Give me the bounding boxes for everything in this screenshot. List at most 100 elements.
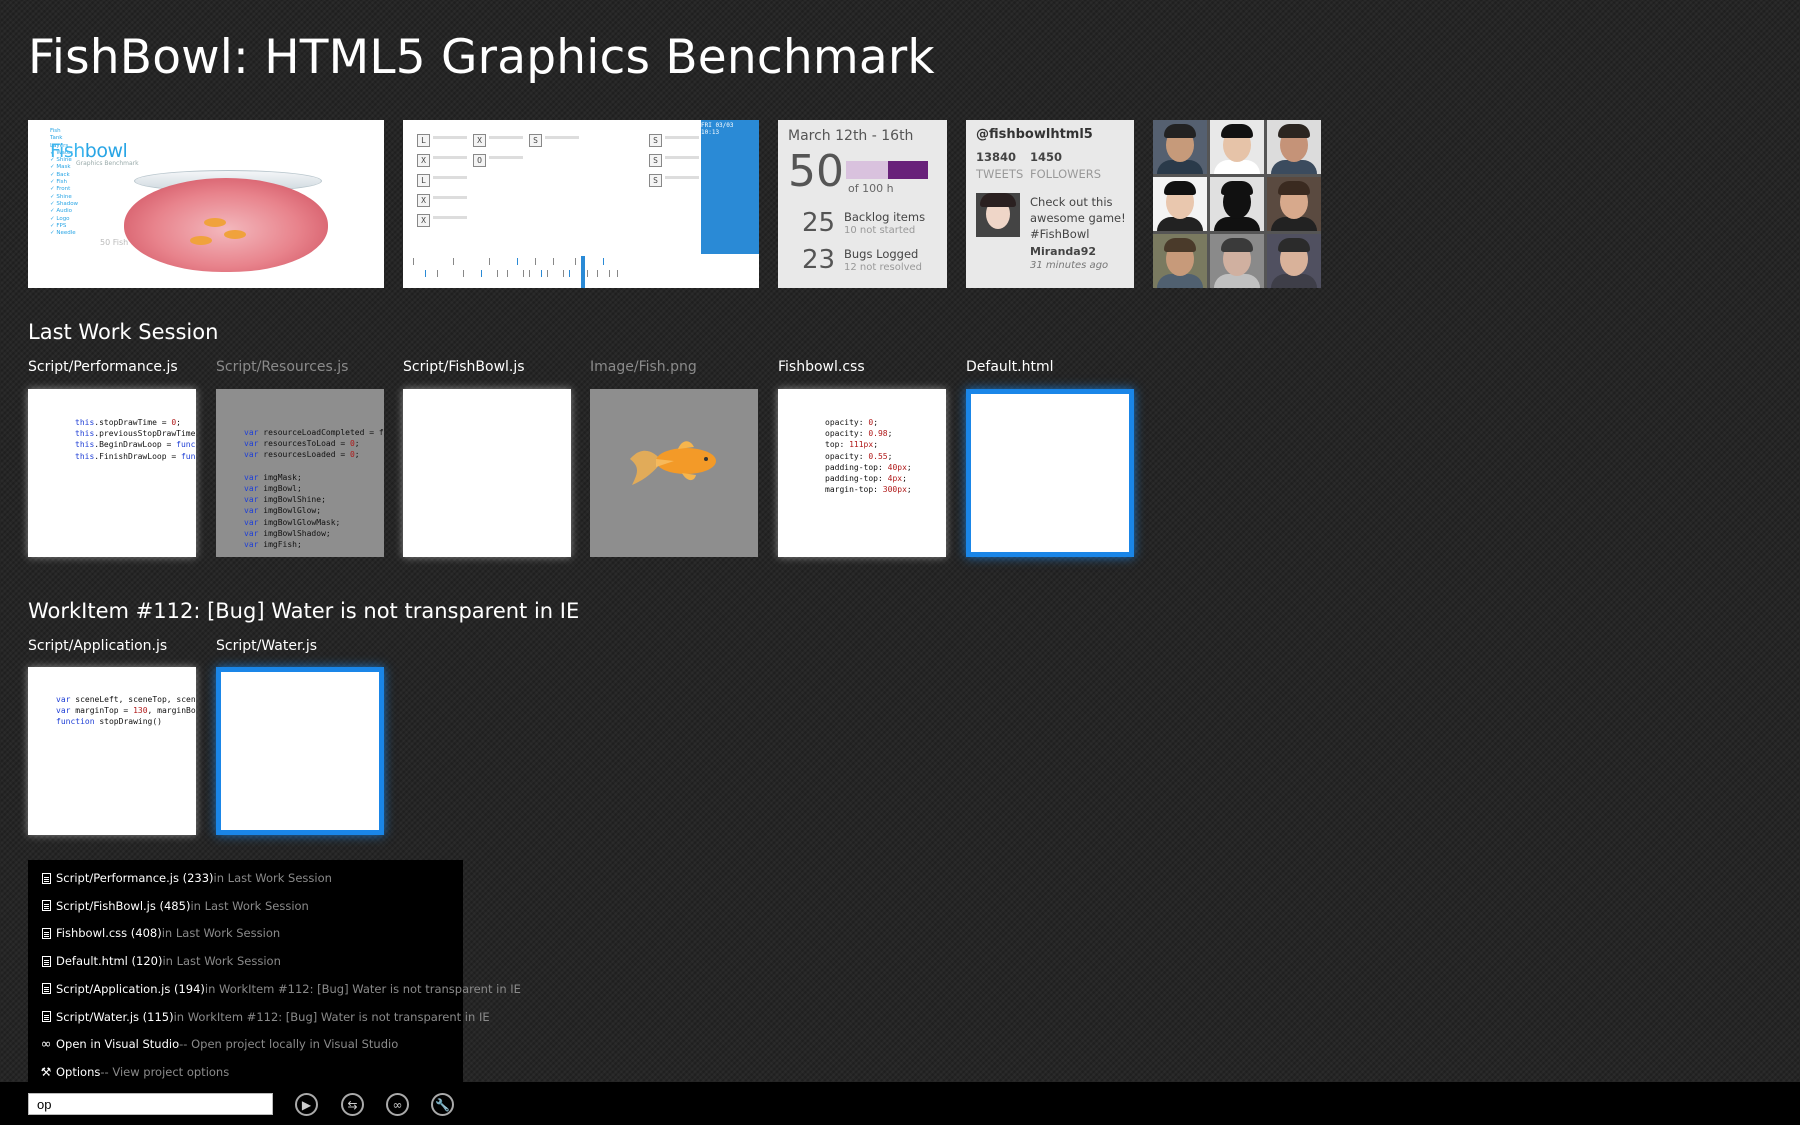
timeline-tick — [517, 258, 518, 265]
file-label-fish-png[interactable]: Image/Fish.png — [590, 359, 697, 375]
result-context: -- View project options — [100, 1064, 230, 1079]
team-member-photo[interactable] — [1267, 120, 1321, 174]
visual-studio-icon: ∞ — [392, 1097, 403, 1112]
document-icon — [40, 899, 52, 912]
timeline-item-text — [433, 176, 467, 179]
code-line: var resourcesLoaded = 0; — [244, 450, 360, 460]
file-label-resources[interactable]: Script/Resources.js — [216, 359, 348, 375]
followers-label: FOLLOWERS — [1030, 167, 1102, 181]
file-label-default-html[interactable]: Default.html — [966, 359, 1054, 375]
goldfish-image — [630, 441, 716, 485]
goldfish — [204, 218, 226, 227]
team-member-photo[interactable] — [1210, 120, 1264, 174]
file-label-fishbowl-css[interactable]: Fishbowl.css — [778, 359, 865, 375]
thumb-fish-png[interactable] — [590, 389, 758, 557]
section-title-last-work-session: Last Work Session — [28, 320, 219, 344]
code-line: var imgFish; — [244, 540, 302, 550]
result-label: Open in Visual Studio — [56, 1037, 180, 1052]
fishbowl-image — [124, 178, 328, 272]
iteration-stats-tile[interactable]: March 12th - 16th 50 of 100 h 25 Backlog… — [778, 120, 947, 288]
document-icon — [40, 927, 52, 940]
thumb-default-html[interactable] — [966, 389, 1134, 557]
thumb-water-js[interactable] — [216, 667, 384, 835]
options-button[interactable]: 🔧 — [431, 1093, 454, 1116]
timeline-item-box: X — [417, 214, 430, 227]
thumb-performance-js[interactable]: this.stopDrawTime = 0; this.previousStopD… — [28, 389, 196, 557]
team-member-photo[interactable] — [1267, 234, 1321, 288]
search-result-item[interactable]: ∞ Open in Visual Studio -- Open project l… — [40, 1034, 399, 1054]
search-result-item[interactable]: Script/FishBowl.js (485) in Last Work Se… — [40, 896, 309, 916]
date-range: March 12th - 16th — [788, 128, 914, 144]
fishbowl-preview-tile[interactable]: Fish Tank Layers ✓ Water ✓ Shine ✓ Mask ✓ Back… — [28, 120, 384, 288]
code-preview: var sceneLeft, sceneTop, scen var marginT… — [56, 694, 196, 728]
team-member-photo[interactable] — [1210, 177, 1264, 231]
file-label-performance[interactable]: Script/Performance.js — [28, 359, 178, 375]
code-preview: var resourceLoadCompleted = f var resourc… — [244, 427, 384, 550]
timeline-cursor[interactable] — [581, 256, 585, 288]
tweet-message: Check out this awesome game! #FishBowl — [1030, 195, 1126, 241]
code-line: var imgBowlGlow; — [244, 506, 322, 516]
code-line: var resourcesToLoad = 0; — [244, 439, 360, 449]
search-result-item[interactable]: Script/Performance.js (233) in Last Work… — [40, 868, 332, 888]
team-member-photo[interactable] — [1267, 177, 1321, 231]
timeline-item-box: L — [417, 134, 430, 147]
timeline-tick — [547, 270, 548, 277]
timeline-tick — [463, 270, 464, 277]
code-line: var sceneLeft, sceneTop, scen — [56, 695, 196, 704]
feature-item: ✓ Needle — [50, 230, 76, 237]
result-label: Default.html (120) — [56, 954, 163, 969]
code-line: var imgBowl; — [244, 484, 302, 494]
fish-count-caption: 50 Fish — [100, 238, 129, 247]
timeline-item-box: X — [417, 194, 430, 207]
search-result-item[interactable]: ⚒ Options -- View project options — [40, 1062, 230, 1082]
feature-item: ✓ FPS — [50, 222, 67, 229]
thumb-fishbowl-css[interactable]: opacity: 0; opacity: 0.98; top: 111px; opac… — [778, 389, 946, 557]
code-line: opacity: 0.55; — [825, 451, 893, 461]
search-result-item[interactable]: Fishbowl.css (408) in Last Work Session — [40, 923, 280, 943]
thumb-fishbowl-js[interactable] — [403, 389, 571, 557]
search-results-panel: Script/Performance.js (233) in Last Work… — [28, 860, 521, 1083]
team-member-photo[interactable] — [1153, 120, 1207, 174]
timeline-item-text — [545, 136, 579, 139]
search-result-item[interactable]: Script/Application.js (194) in WorkItem … — [40, 979, 521, 999]
feature-item: ✓ Audio — [50, 208, 72, 215]
feature-item: ✓ Fish — [50, 179, 67, 186]
avatar — [976, 193, 1020, 237]
timeline-date: FRI 03/03 10:13 — [701, 122, 734, 136]
command-input[interactable] — [28, 1093, 273, 1115]
timeline-preview-tile[interactable]: LXXOLXXSSSSXL FRI 03/03 10:13 — [403, 120, 759, 288]
play-button[interactable]: ▶ — [295, 1093, 318, 1116]
file-label-water-js[interactable]: Script/Water.js — [216, 638, 317, 654]
result-context: in Last Work Session — [161, 926, 281, 941]
thumb-application-js[interactable]: var sceneLeft, sceneTop, scen var marginT… — [28, 667, 196, 835]
goldfish — [224, 230, 246, 239]
team-member-photo[interactable] — [1153, 177, 1207, 231]
hours-done: 50 — [788, 146, 844, 197]
code-line: opacity: 0; — [825, 418, 879, 427]
team-photos-tile[interactable] — [1153, 120, 1321, 288]
code-line: function stopDrawing() — [56, 717, 162, 727]
team-member-photo[interactable] — [1210, 234, 1264, 288]
page-title: FishBowl: HTML5 Graphics Benchmark — [28, 30, 935, 85]
result-context: in WorkItem #112: [Bug] Water is not tra… — [204, 981, 521, 996]
result-label: Fishbowl.css (408) — [56, 926, 162, 941]
bugs-label: Bugs Logged — [844, 247, 919, 261]
visual-studio-button[interactable]: ∞ — [386, 1093, 409, 1116]
thumb-resources-js[interactable]: var resourceLoadCompleted = f var resourc… — [216, 389, 384, 557]
twitter-tile[interactable]: @fishbowlhtml5 13840 1450 TWEETS FOLLOWE… — [966, 120, 1134, 288]
code-line: opacity: 0.98; — [825, 429, 893, 439]
team-member-photo[interactable] — [1153, 234, 1207, 288]
timeline-tick — [563, 270, 564, 277]
swap-button[interactable]: ⇆ — [341, 1093, 364, 1116]
search-result-item[interactable]: Default.html (120) in Last Work Session — [40, 951, 281, 971]
timeline-tick — [413, 258, 414, 265]
search-result-item[interactable]: Script/Water.js (115) in WorkItem #112: … — [40, 1007, 490, 1027]
file-label-fishbowl-js[interactable]: Script/FishBowl.js — [403, 359, 525, 375]
file-label-application-js[interactable]: Script/Application.js — [28, 638, 167, 654]
play-icon: ▶ — [301, 1097, 312, 1112]
wrench-icon: 🔧 — [435, 1097, 450, 1112]
swap-icon: ⇆ — [347, 1097, 358, 1112]
tweets-count: 13840 — [976, 150, 1017, 164]
timeline-tick — [489, 258, 490, 265]
timeline-item-text — [665, 136, 699, 139]
